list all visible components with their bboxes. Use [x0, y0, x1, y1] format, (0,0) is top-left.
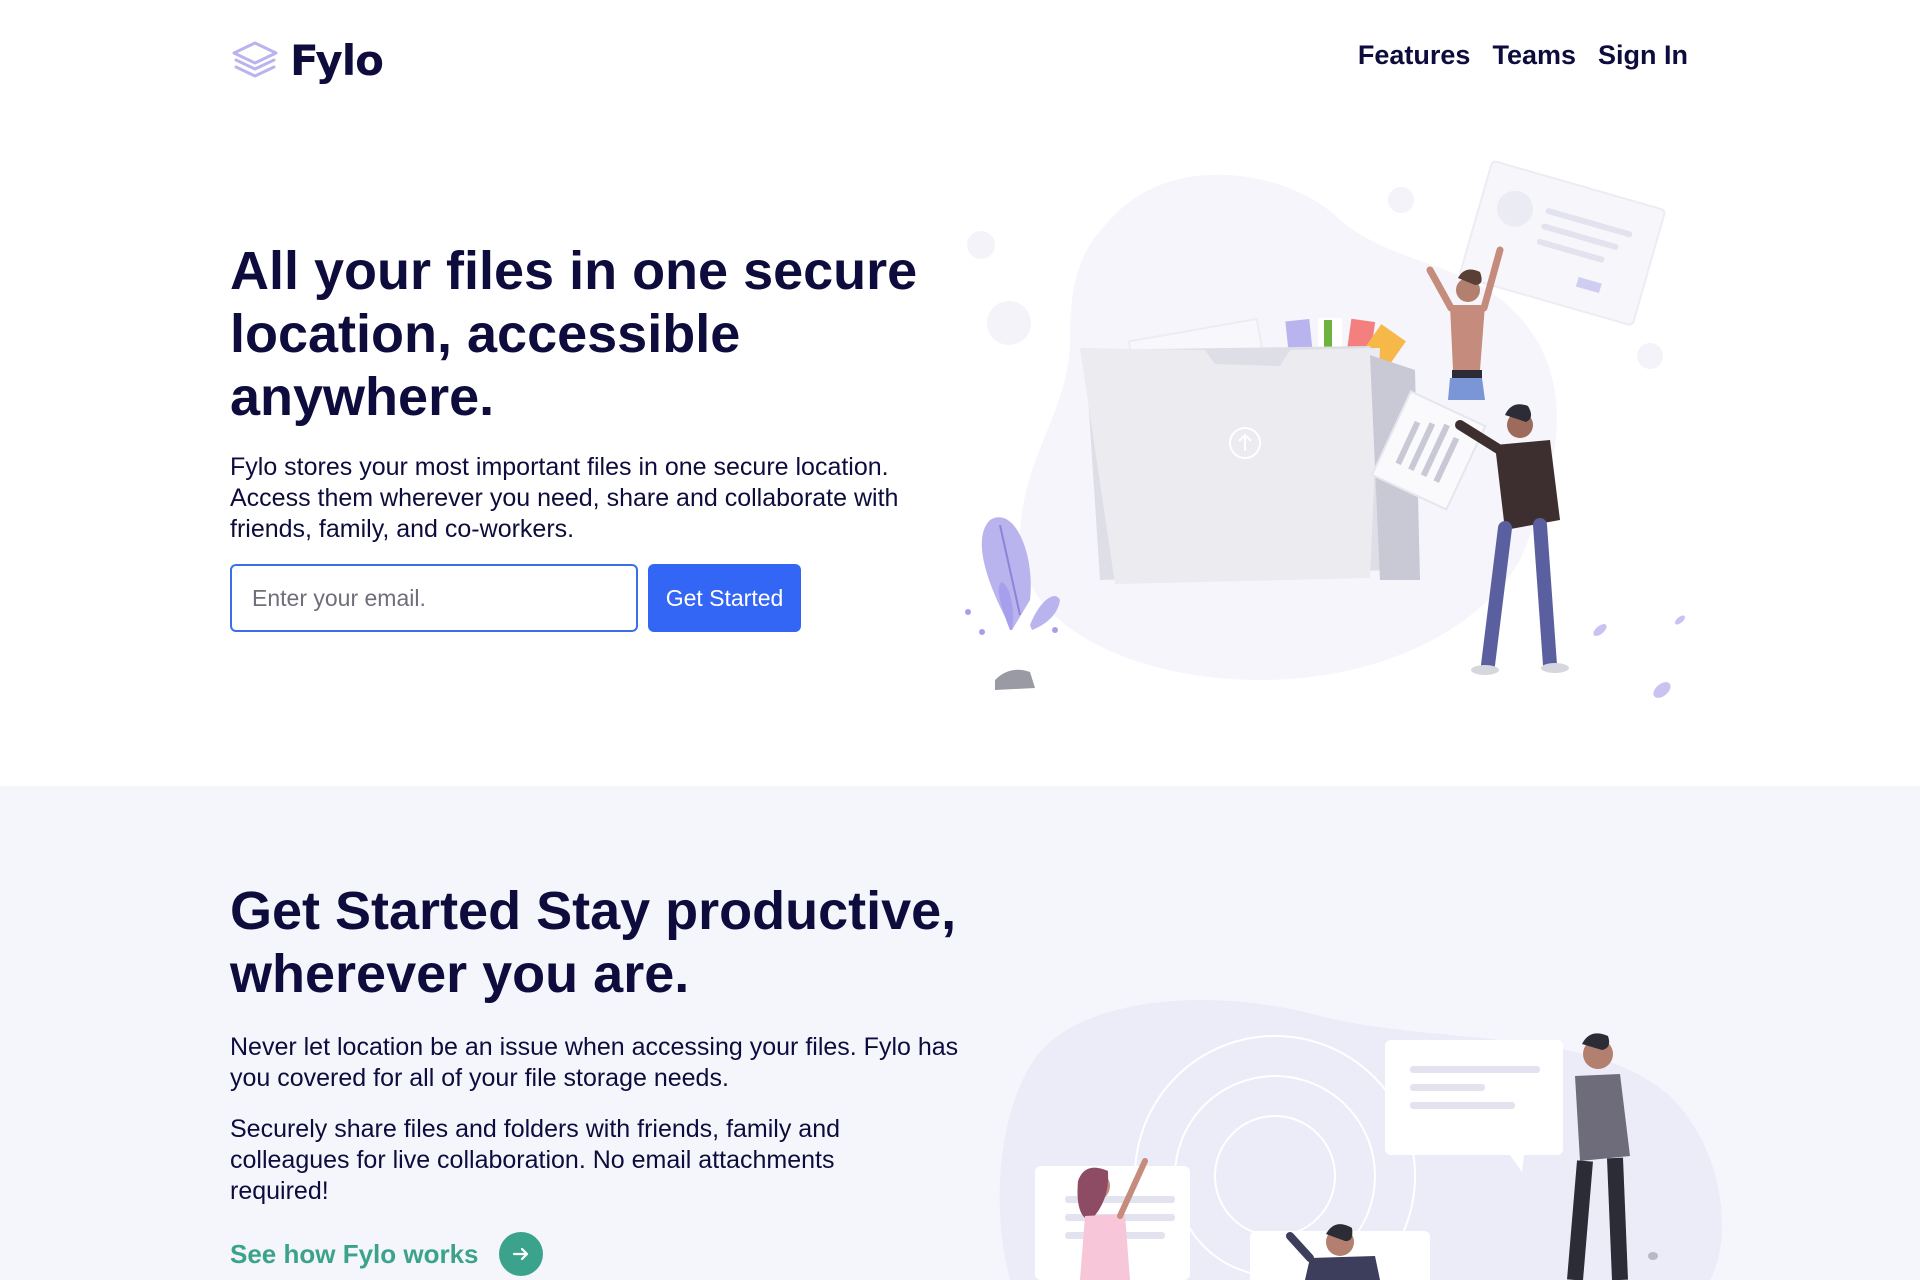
hero-title: All your files in one secure location, a…: [230, 241, 918, 427]
hero-illustration: [965, 160, 1685, 698]
logo[interactable]: Fylo: [230, 36, 384, 85]
see-how-link-text: See how Fylo works: [230, 1238, 479, 1269]
see-how-fylo-works-link[interactable]: See how Fylo works: [230, 1232, 543, 1276]
get-started-button[interactable]: Get Started: [648, 564, 801, 632]
productivity-illustration: [999, 1000, 1722, 1280]
stacked-layers-icon: [232, 41, 278, 77]
nav-link-features[interactable]: Features: [1358, 40, 1471, 71]
section-paragraph-1: Never let location be an issue when acce…: [230, 1033, 959, 1092]
arrow-right-icon: [498, 1232, 543, 1276]
section-paragraph-2: Securely share files and folders with fr…: [230, 1115, 841, 1205]
main-nav: Features Teams Sign In: [1358, 40, 1688, 71]
hero-description: Fylo stores your most important files in…: [230, 453, 899, 543]
section-title: Get Started Stay productive, wherever yo…: [230, 881, 957, 1004]
nav-link-sign-in[interactable]: Sign In: [1598, 40, 1688, 71]
logo-text: Fylo: [290, 36, 384, 85]
productivity-section: Get Started Stay productive, wherever yo…: [0, 786, 1920, 1280]
site-header: Fylo Features Teams Sign In: [0, 0, 1920, 120]
email-input[interactable]: [230, 564, 638, 632]
nav-link-teams[interactable]: Teams: [1492, 40, 1576, 71]
